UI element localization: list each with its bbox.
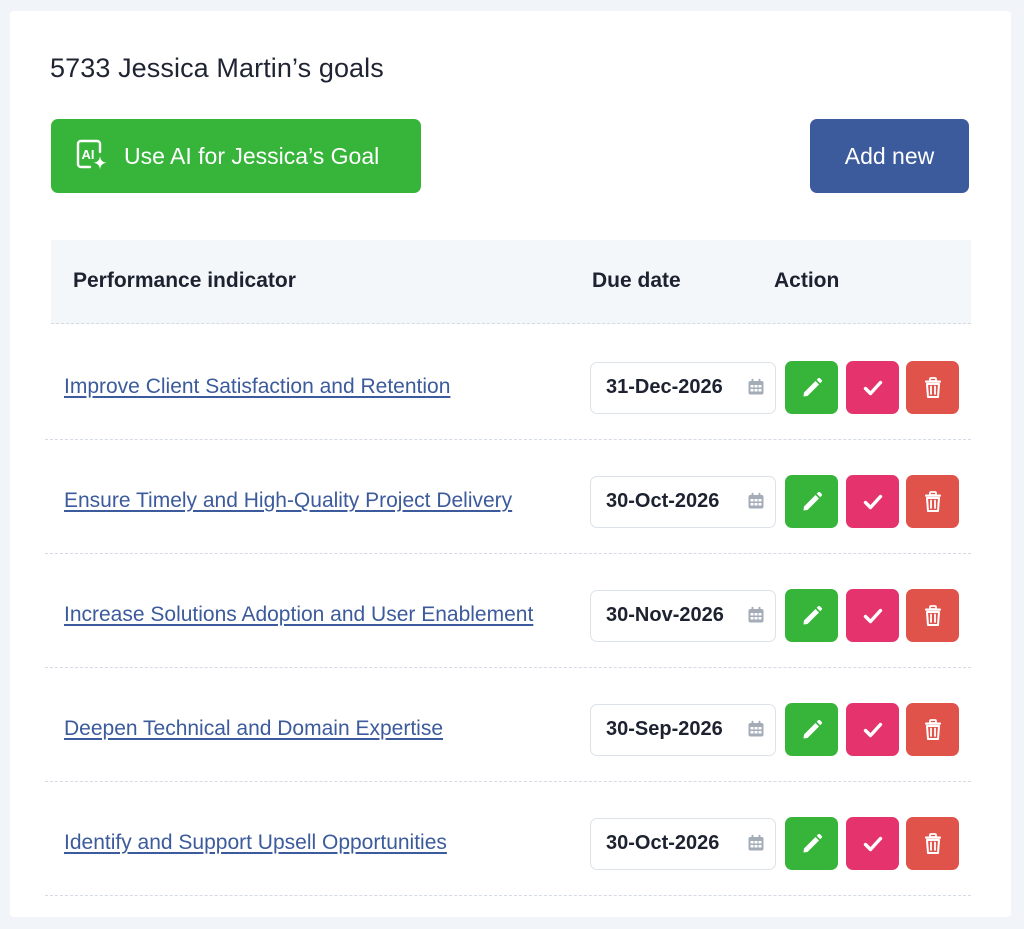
delete-button[interactable] (906, 589, 959, 642)
due-date-value: 30-Oct-2026 (606, 832, 720, 854)
add-new-button[interactable]: Add new (810, 119, 969, 193)
mark-complete-button[interactable] (846, 703, 899, 756)
due-date-field[interactable]: 30-Oct-2026 (590, 818, 776, 870)
ai-sparkle-icon: AI (75, 138, 109, 174)
calendar-icon (748, 834, 764, 851)
due-date-field[interactable]: 30-Nov-2026 (590, 590, 776, 642)
delete-button[interactable] (906, 361, 959, 414)
due-date-value: 30-Nov-2026 (606, 604, 724, 626)
mark-complete-button[interactable] (846, 475, 899, 528)
goal-link[interactable]: Increase Solutions Adoption and User Ena… (64, 603, 533, 627)
delete-button[interactable] (906, 817, 959, 870)
use-ai-goal-label: Use AI for Jessica’s Goal (124, 142, 380, 169)
due-date-field[interactable]: 31-Dec-2026 (590, 362, 776, 414)
edit-button[interactable] (785, 703, 838, 756)
pencil-icon (803, 491, 822, 510)
due-date-value: 30-Oct-2026 (606, 490, 720, 512)
edit-button[interactable] (785, 361, 838, 414)
pencil-icon (803, 605, 822, 624)
due-date-value: 31-Dec-2026 (606, 376, 723, 398)
table-row: Improve Client Satisfaction and Retentio… (45, 326, 971, 440)
column-header-due-date: Due date (592, 269, 681, 292)
calendar-icon (748, 720, 764, 737)
pencil-icon (803, 833, 822, 852)
check-icon (863, 836, 882, 851)
use-ai-goal-button[interactable]: AI Use AI for Jessica’s Goal (51, 119, 421, 193)
goals-card: 5733 Jessica Martin’s goals AI Use AI fo… (10, 11, 1011, 917)
calendar-icon (748, 378, 764, 395)
page-title: 5733 Jessica Martin’s goals (50, 53, 384, 83)
pencil-icon (803, 377, 822, 396)
svg-text:AI: AI (82, 147, 95, 162)
edit-button[interactable] (785, 817, 838, 870)
trash-icon (924, 718, 941, 740)
edit-button[interactable] (785, 589, 838, 642)
calendar-icon (748, 492, 764, 509)
goal-link[interactable]: Deepen Technical and Domain Expertise (64, 717, 443, 741)
mark-complete-button[interactable] (846, 589, 899, 642)
due-date-field[interactable]: 30-Sep-2026 (590, 704, 776, 756)
table-row: Increase Solutions Adoption and User Ena… (45, 554, 971, 668)
trash-icon (924, 376, 941, 398)
pencil-icon (803, 719, 822, 738)
check-icon (863, 380, 882, 395)
mark-complete-button[interactable] (846, 361, 899, 414)
calendar-icon (748, 606, 764, 623)
goal-link[interactable]: Ensure Timely and High-Quality Project D… (64, 489, 512, 513)
check-icon (863, 722, 882, 737)
table-row: Ensure Timely and High-Quality Project D… (45, 440, 971, 554)
edit-button[interactable] (785, 475, 838, 528)
trash-icon (924, 604, 941, 626)
due-date-value: 30-Sep-2026 (606, 718, 723, 740)
column-header-action: Action (774, 269, 840, 292)
delete-button[interactable] (906, 703, 959, 756)
goals-table-header: Performance indicator Due date Action (51, 240, 971, 324)
check-icon (863, 608, 882, 623)
mark-complete-button[interactable] (846, 817, 899, 870)
delete-button[interactable] (906, 475, 959, 528)
trash-icon (924, 832, 941, 854)
table-row: Deepen Technical and Domain Expertise 30… (45, 668, 971, 782)
goal-link[interactable]: Improve Client Satisfaction and Retentio… (64, 375, 450, 399)
trash-icon (924, 490, 941, 512)
column-header-performance-indicator: Performance indicator (73, 269, 296, 292)
check-icon (863, 494, 882, 509)
goal-link[interactable]: Identify and Support Upsell Opportunitie… (64, 831, 447, 855)
table-row: Identify and Support Upsell Opportunitie… (45, 782, 971, 896)
due-date-field[interactable]: 30-Oct-2026 (590, 476, 776, 528)
